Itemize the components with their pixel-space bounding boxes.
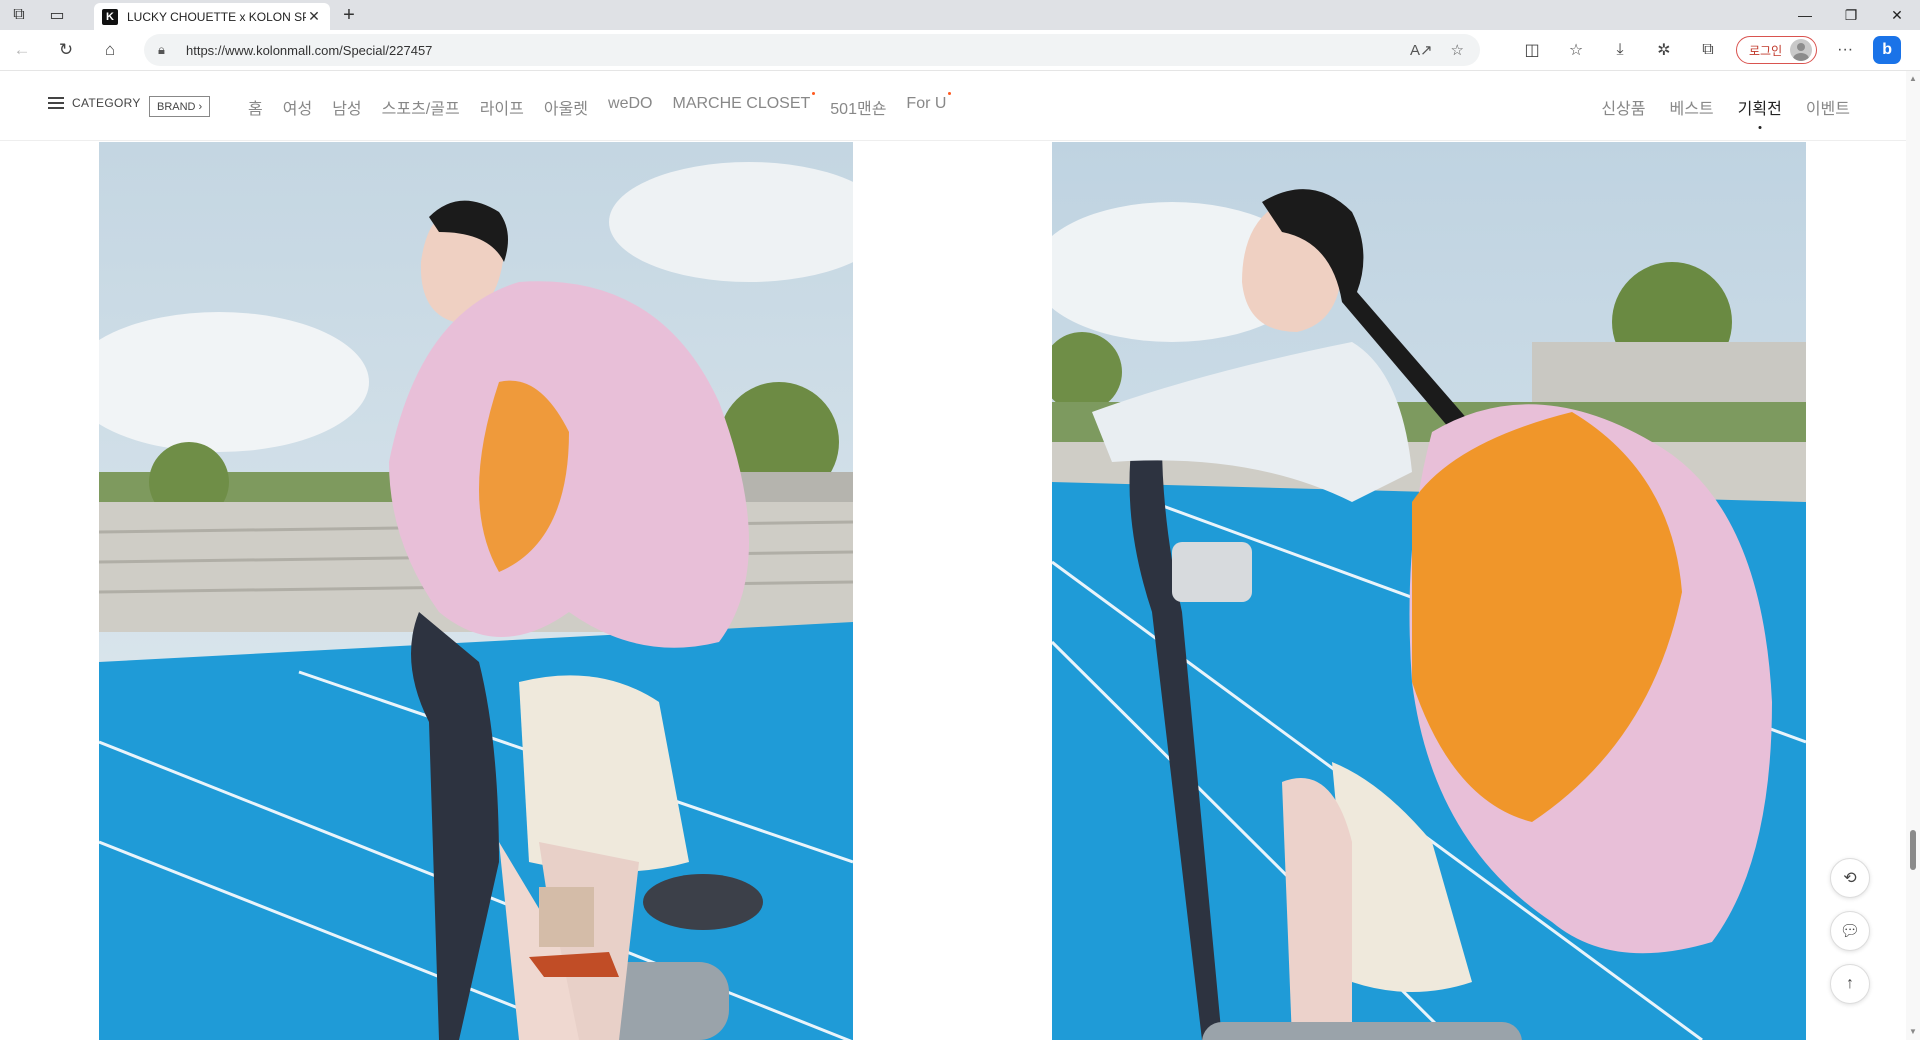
window-controls: — ❐ ✕ bbox=[1782, 0, 1920, 30]
downloads-icon[interactable]: ⤓ bbox=[1598, 34, 1642, 66]
back-icon[interactable]: ← bbox=[0, 34, 44, 66]
new-dot-badge bbox=[948, 92, 952, 95]
nav-item-label: 홈 bbox=[248, 101, 263, 118]
bing-copilot-icon[interactable]: b bbox=[1873, 36, 1902, 64]
new-tab-icon[interactable]: + bbox=[336, 3, 362, 27]
favorites-icon[interactable]: ☆ bbox=[1554, 34, 1598, 66]
category-menu-button[interactable]: CATEGORY bbox=[48, 96, 141, 110]
collections-icon[interactable]: ⧉ bbox=[1686, 34, 1730, 66]
nav-item-label: 남성 bbox=[332, 101, 362, 118]
favorite-star-icon[interactable]: ☆ bbox=[1451, 41, 1464, 59]
nav-item[interactable]: For U bbox=[906, 92, 952, 119]
special-content bbox=[0, 142, 1906, 1040]
login-label: 로그인 bbox=[1749, 43, 1783, 58]
tab-title: LUCKY CHOUETTE x KOLON SPO bbox=[127, 9, 306, 24]
restore-icon[interactable]: ❐ bbox=[1828, 0, 1874, 30]
tab-close-icon[interactable]: ✕ bbox=[306, 8, 322, 25]
new-dot-badge bbox=[812, 92, 816, 95]
browser-tabstrip: ⧉ ▭ K LUCKY CHOUETTE x KOLON SPO ✕ + — ❐… bbox=[0, 0, 1920, 30]
nav-item-label: For U bbox=[906, 95, 947, 112]
url-text[interactable]: https://www.kolonmall.com/Special/227457 bbox=[186, 43, 1410, 58]
nav-item[interactable]: 여성 bbox=[283, 95, 312, 119]
nav-item[interactable]: 아울렛 bbox=[544, 95, 588, 119]
workspaces-icon[interactable]: ⧉ bbox=[0, 0, 38, 30]
refresh-icon[interactable]: ↻ bbox=[44, 34, 88, 66]
nav-item[interactable]: 홈 bbox=[248, 95, 263, 119]
category-label: CATEGORY bbox=[72, 96, 141, 110]
nav-item-label: 아울렛 bbox=[543, 101, 589, 118]
scrollbar-thumb[interactable] bbox=[1910, 830, 1916, 870]
secondary-nav-item[interactable]: 이벤트 bbox=[1806, 95, 1850, 119]
window-close-icon[interactable]: ✕ bbox=[1874, 0, 1920, 30]
browser-toolbar: ← ↻ ⌂ 🔒︎ https://www.kolonmall.com/Speci… bbox=[0, 30, 1920, 71]
secondary-nav-item[interactable]: 베스트 bbox=[1669, 95, 1713, 119]
secondary-nav: 신상품 베스트 기획전 이벤트 bbox=[1577, 95, 1850, 119]
minimize-icon[interactable]: — bbox=[1782, 0, 1828, 30]
nav-item-label: 여성 bbox=[282, 101, 313, 118]
lookbook-photo-left bbox=[99, 142, 853, 1040]
floating-actions: ⟲ 💬︎ ↑ bbox=[1830, 858, 1870, 1004]
scroll-down-icon[interactable]: ▼ bbox=[1908, 1027, 1918, 1037]
nav-item[interactable]: weDO bbox=[608, 95, 652, 119]
nav-item-label: 라이프 bbox=[479, 101, 524, 118]
browser-tab[interactable]: K LUCKY CHOUETTE x KOLON SPO ✕ bbox=[94, 3, 330, 30]
nav-item-label: MARCHE CLOSET bbox=[672, 95, 811, 112]
browser-right-tools: ◫ ☆ ⤓ ✲ ⧉ 로그인 ··· b bbox=[1510, 34, 1902, 66]
main-nav: 홈 여성 남성 스포츠/골프 라이프 아울렛 weDO MARCHE CLOSET 501맨숀 F… bbox=[248, 92, 966, 119]
chat-icon[interactable]: 💬︎ bbox=[1830, 911, 1870, 951]
page-scrollbar[interactable]: ▲ ▼ bbox=[1906, 71, 1920, 1040]
split-screen-icon[interactable]: ◫ bbox=[1510, 34, 1554, 66]
profile-login-button[interactable]: 로그인 bbox=[1736, 36, 1818, 64]
extensions-icon[interactable]: ✲ bbox=[1642, 34, 1686, 66]
avatar-icon bbox=[1790, 39, 1813, 61]
brand-button[interactable]: BRAND › bbox=[149, 96, 211, 117]
nav-item[interactable]: 501맨숀 bbox=[830, 95, 886, 119]
read-aloud-icon[interactable]: A↗ bbox=[1410, 41, 1433, 59]
secondary-nav-item[interactable]: 신상품 bbox=[1601, 95, 1645, 119]
arrow-up-icon[interactable]: ↑ bbox=[1830, 964, 1870, 1004]
secondary-nav-item[interactable]: 기획전 bbox=[1738, 95, 1782, 119]
more-options-icon[interactable]: ··· bbox=[1823, 34, 1867, 66]
home-icon[interactable]: ⌂ bbox=[88, 34, 132, 66]
nav-item-label: weDO bbox=[608, 95, 653, 112]
nav-item[interactable]: 라이프 bbox=[480, 95, 524, 119]
nav-item[interactable]: 스포츠/골프 bbox=[382, 95, 460, 119]
scroll-up-icon[interactable]: ▲ bbox=[1908, 74, 1918, 84]
lookbook-photo-right bbox=[1052, 142, 1806, 1040]
lock-icon[interactable]: 🔒︎ bbox=[158, 42, 174, 58]
nav-item[interactable]: MARCHE CLOSET bbox=[672, 92, 816, 119]
nav-item[interactable]: 남성 bbox=[332, 95, 361, 119]
tab-actions-icon[interactable]: ▭ bbox=[38, 0, 76, 30]
kolon-favicon-icon: K bbox=[102, 8, 118, 25]
address-bar[interactable]: 🔒︎ https://www.kolonmall.com/Special/227… bbox=[144, 34, 1480, 66]
site-nav: CATEGORY BRAND › 홈 여성 남성 스포츠/골프 라이프 아울렛 weDO MA… bbox=[0, 71, 1906, 141]
nav-item-label: 스포츠/골프 bbox=[381, 101, 460, 118]
hamburger-icon bbox=[48, 97, 64, 109]
nav-item-label: 501맨숀 bbox=[830, 101, 887, 118]
history-icon[interactable]: ⟲ bbox=[1830, 858, 1870, 898]
